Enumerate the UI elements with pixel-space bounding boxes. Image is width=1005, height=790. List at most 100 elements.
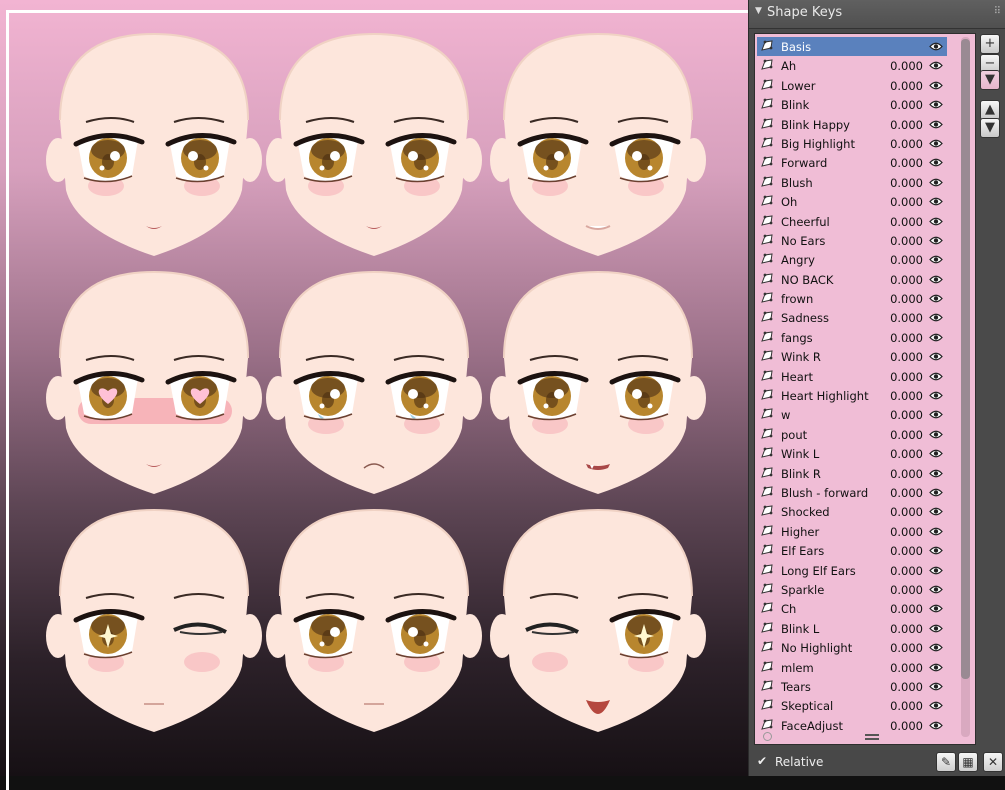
shape-key-row[interactable]: fangs 0.000	[757, 328, 947, 347]
visibility-eye-icon[interactable]	[929, 216, 943, 227]
visibility-eye-icon[interactable]	[929, 293, 943, 304]
visibility-eye-icon[interactable]	[929, 662, 943, 673]
shape-key-row[interactable]: Long Elf Ears 0.000	[757, 561, 947, 580]
shape-key-name[interactable]: Ah	[781, 59, 796, 73]
shape-key-name[interactable]: Heart Highlight	[781, 389, 869, 403]
shape-key-value[interactable]: 0.000	[867, 234, 923, 248]
shape-key-name[interactable]: Lower	[781, 79, 815, 93]
shape-key-row[interactable]: Wink R 0.000	[757, 347, 947, 366]
shape-key-name[interactable]: pout	[781, 428, 807, 442]
shape-key-row[interactable]: Shocked 0.000	[757, 502, 947, 521]
shape-key-value[interactable]: 0.000	[867, 544, 923, 558]
visibility-eye-icon[interactable]	[929, 448, 943, 459]
visibility-eye-icon[interactable]	[929, 235, 943, 246]
shape-key-row[interactable]: Basis	[757, 37, 947, 57]
shape-key-value[interactable]: 0.000	[867, 350, 923, 364]
shape-key-name[interactable]: Cheerful	[781, 215, 830, 229]
shape-key-name[interactable]: Wink R	[781, 350, 821, 364]
visibility-eye-icon[interactable]	[929, 99, 943, 110]
shape-key-name[interactable]: Shocked	[781, 505, 830, 519]
shape-key-value[interactable]: 0.000	[867, 505, 923, 519]
visibility-eye-icon[interactable]	[929, 623, 943, 634]
shape-key-row[interactable]: No Highlight 0.000	[757, 638, 947, 657]
shape-key-row[interactable]: Big Highlight 0.000	[757, 134, 947, 153]
shape-key-row[interactable]: Sparkle 0.000	[757, 580, 947, 599]
shape-key-row[interactable]: Blink Happy 0.000	[757, 115, 947, 134]
visibility-eye-icon[interactable]	[929, 429, 943, 440]
shape-key-value[interactable]: 0.000	[867, 253, 923, 267]
shape-key-row[interactable]: Heart Highlight 0.000	[757, 386, 947, 405]
visibility-eye-icon[interactable]	[929, 468, 943, 479]
shape-key-row[interactable]: Cheerful 0.000	[757, 212, 947, 231]
shape-key-value[interactable]: 0.000	[867, 79, 923, 93]
shape-key-row[interactable]: Blink L 0.000	[757, 619, 947, 638]
shape-key-row[interactable]: pout 0.000	[757, 425, 947, 444]
shape-key-row[interactable]: No Ears 0.000	[757, 231, 947, 250]
shape-key-name[interactable]: Blink	[781, 98, 809, 112]
pin-icon[interactable]: ✎	[936, 752, 956, 772]
shape-key-row[interactable]: w 0.000	[757, 405, 947, 424]
specials-menu-button[interactable]: ▼	[980, 70, 1000, 90]
filter-options-icon[interactable]	[763, 732, 772, 741]
shape-key-row[interactable]: Blink R 0.000	[757, 464, 947, 483]
shape-key-value[interactable]: 0.000	[867, 195, 923, 209]
shape-key-row[interactable]: Blink 0.000	[757, 95, 947, 114]
shape-key-name[interactable]: Wink L	[781, 447, 819, 461]
scrollbar-thumb[interactable]	[961, 39, 970, 679]
shape-key-value[interactable]: 0.000	[867, 98, 923, 112]
visibility-eye-icon[interactable]	[929, 390, 943, 401]
visibility-eye-icon[interactable]	[929, 80, 943, 91]
shape-key-row[interactable]: Blush - forward 0.000	[757, 483, 947, 502]
shape-key-name[interactable]: Forward	[781, 156, 827, 170]
visibility-eye-icon[interactable]	[929, 60, 943, 71]
shape-key-name[interactable]: Blush - forward	[781, 486, 868, 500]
shape-key-name[interactable]: Sadness	[781, 311, 829, 325]
shape-key-name[interactable]: Basis	[781, 40, 811, 54]
shape-key-name[interactable]: No Ears	[781, 234, 825, 248]
shape-key-row[interactable]: FaceAdjust 0.000	[757, 716, 947, 735]
shape-key-value[interactable]: 0.000	[867, 699, 923, 713]
visibility-eye-icon[interactable]	[929, 312, 943, 323]
shape-key-name[interactable]: frown	[781, 292, 813, 306]
shape-key-list[interactable]: Basis Ah 0.000 Lower 0.000 Blink 0.000 Blink Ha…	[754, 33, 976, 745]
shape-key-value[interactable]: 0.000	[867, 622, 923, 636]
shape-key-name[interactable]: Ch	[781, 602, 796, 616]
shape-key-name[interactable]: Big Highlight	[781, 137, 855, 151]
relative-checkbox[interactable]: ✔	[757, 755, 769, 767]
shape-key-row[interactable]: Elf Ears 0.000	[757, 541, 947, 560]
shape-key-name[interactable]: Angry	[781, 253, 815, 267]
shape-key-name[interactable]: NO BACK	[781, 273, 833, 287]
shape-key-name[interactable]: Skeptical	[781, 699, 833, 713]
shape-key-row[interactable]: Forward 0.000	[757, 153, 947, 172]
shape-key-value[interactable]: 0.000	[867, 292, 923, 306]
shape-key-name[interactable]: Blush	[781, 176, 813, 190]
visibility-eye-icon[interactable]	[929, 41, 943, 52]
visibility-eye-icon[interactable]	[929, 254, 943, 265]
shape-key-value[interactable]: 0.000	[867, 118, 923, 132]
visibility-eye-icon[interactable]	[929, 545, 943, 556]
shape-key-name[interactable]: fangs	[781, 331, 813, 345]
move-up-button[interactable]: ▲	[980, 100, 1000, 120]
shape-key-value[interactable]: 0.000	[867, 331, 923, 345]
shape-key-row[interactable]: Blush 0.000	[757, 173, 947, 192]
shape-key-name[interactable]: mlem	[781, 661, 814, 675]
shape-key-name[interactable]: Elf Ears	[781, 544, 824, 558]
shape-key-row[interactable]: Tears 0.000	[757, 677, 947, 696]
shape-key-row[interactable]: Angry 0.000	[757, 250, 947, 269]
panel-header[interactable]: ▼ Shape Keys ⠿	[749, 0, 1005, 29]
visibility-eye-icon[interactable]	[929, 351, 943, 362]
visibility-eye-icon[interactable]	[929, 409, 943, 420]
shape-key-name[interactable]: No Highlight	[781, 641, 852, 655]
list-resize-grip[interactable]	[865, 734, 879, 740]
edit-mode-icon[interactable]: ▦	[958, 752, 978, 772]
shape-key-name[interactable]: Blink R	[781, 467, 821, 481]
shape-key-row[interactable]: Higher 0.000	[757, 522, 947, 541]
shape-key-name[interactable]: Tears	[781, 680, 811, 694]
shape-key-value[interactable]: 0.000	[867, 137, 923, 151]
shape-key-name[interactable]: w	[781, 408, 790, 422]
shape-key-value[interactable]: 0.000	[867, 215, 923, 229]
shape-key-value[interactable]: 0.000	[867, 564, 923, 578]
shape-key-value[interactable]: 0.000	[867, 370, 923, 384]
shape-key-row[interactable]: Ch 0.000	[757, 599, 947, 618]
shape-key-name[interactable]: Oh	[781, 195, 797, 209]
